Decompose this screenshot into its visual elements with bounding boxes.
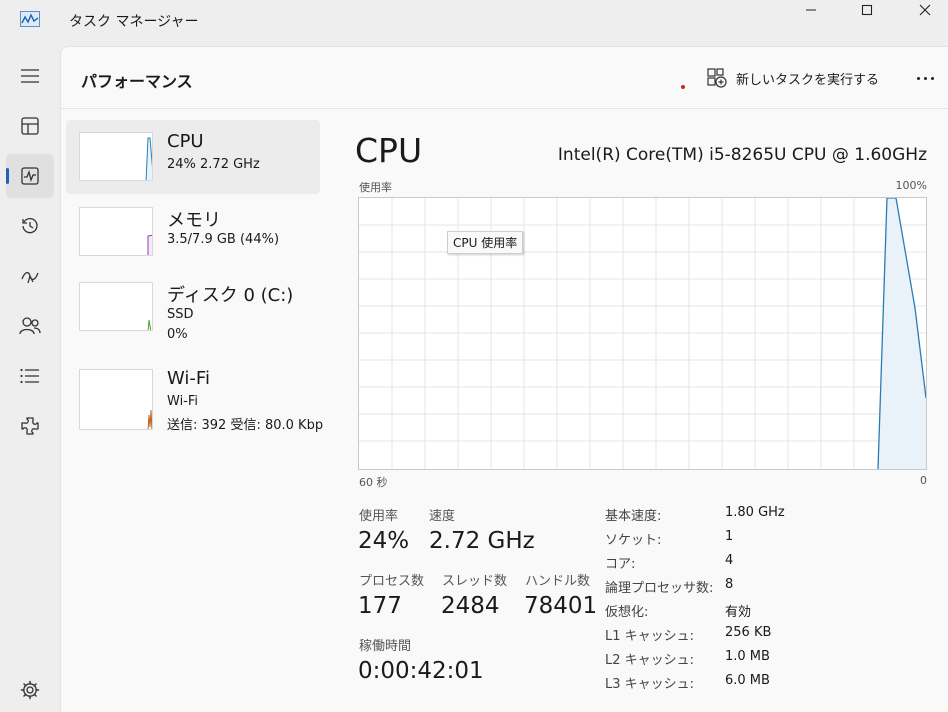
spec-value: 4	[725, 553, 734, 568]
more-dot-icon	[923, 76, 927, 80]
spec-value: 1.80 GHz	[725, 505, 785, 520]
more-dot-icon	[930, 76, 934, 80]
graph-grid	[359, 198, 926, 469]
device-name: CPU	[167, 131, 204, 152]
disk-thumbnail-graph	[79, 282, 153, 331]
more-dot-icon	[916, 76, 920, 80]
hamburger-icon	[21, 69, 39, 83]
graph-label-max: 100%	[895, 179, 927, 192]
device-type: SSD	[167, 307, 194, 322]
spec-value: 有効	[725, 605, 752, 620]
device-name: Wi-Fi	[167, 368, 210, 389]
uptime-value: 0:00:42:01	[358, 658, 484, 684]
device-item-cpu[interactable]: CPU 24% 2.72 GHz	[66, 120, 320, 194]
nav-performance[interactable]	[6, 154, 54, 198]
spec-key: L3 キャッシュ:	[605, 677, 695, 692]
device-adapter: Wi-Fi	[167, 394, 199, 409]
speed-label: 速度	[429, 509, 456, 524]
spec-key: ソケット:	[605, 533, 662, 548]
nav-users[interactable]	[6, 304, 54, 348]
minimize-button[interactable]	[788, 0, 834, 20]
users-icon	[19, 317, 41, 335]
cursor-dot	[681, 85, 685, 89]
graph-tooltip: CPU 使用率	[447, 231, 524, 254]
spec-key: 論理プロセッサ数:	[605, 581, 714, 596]
process-count-value: 177	[358, 593, 402, 619]
more-options-button[interactable]	[911, 67, 939, 89]
spec-value: 6.0 MB	[725, 673, 770, 688]
nav-app-history[interactable]	[6, 204, 54, 248]
cpu-usage-graph[interactable]	[358, 197, 927, 470]
graph-label-zero: 0	[920, 474, 927, 487]
device-detail: 3.5/7.9 GB (44%)	[167, 232, 280, 247]
close-icon	[919, 4, 931, 16]
nav-details[interactable]	[6, 354, 54, 398]
thread-count-value: 2484	[441, 593, 500, 619]
active-nav-indicator	[6, 168, 9, 184]
run-new-task-label: 新しいタスクを実行する	[736, 72, 880, 88]
nav-processes[interactable]	[6, 104, 54, 148]
startup-apps-icon	[21, 271, 39, 284]
spec-value: 256 KB	[725, 625, 772, 640]
device-item-memory[interactable]: メモリ 3.5/7.9 GB (44%)	[66, 195, 320, 269]
page-header: パフォーマンス 新しいタスクを実行する	[61, 47, 948, 109]
spec-key: 基本速度:	[605, 509, 662, 524]
window-title: タスク マネージャー	[69, 14, 199, 30]
title-bar: タスク マネージャー	[0, 0, 948, 46]
close-button[interactable]	[902, 0, 948, 20]
device-item-wifi[interactable]: Wi-Fi Wi-Fi 送信: 392 受信: 80.0 Kbps	[66, 357, 323, 433]
details-icon	[20, 368, 39, 384]
wifi-thumbnail-graph	[79, 369, 153, 430]
hamburger-menu-button[interactable]	[6, 54, 54, 98]
services-icon	[21, 417, 39, 435]
usage-value: 24%	[358, 528, 410, 554]
cpu-model-name: Intel(R) Core(TM) i5-8265U CPU @ 1.60GHz	[557, 145, 927, 165]
navigation-rail	[0, 46, 60, 712]
device-detail: 0%	[167, 327, 188, 342]
processes-icon	[21, 117, 39, 135]
usage-label: 使用率	[359, 509, 399, 524]
graph-label-time: 60 秒	[359, 476, 388, 489]
process-count-label: プロセス数	[359, 574, 425, 589]
new-task-icon	[707, 68, 727, 88]
thread-count-label: スレッド数	[442, 574, 508, 589]
minimize-icon	[806, 9, 816, 11]
spec-key: L1 キャッシュ:	[605, 629, 695, 644]
device-name: メモリ	[167, 210, 221, 231]
maximize-icon	[861, 4, 873, 16]
handle-count-value: 78401	[524, 593, 598, 619]
nav-startup-apps[interactable]	[6, 254, 54, 298]
maximize-button[interactable]	[844, 0, 890, 20]
settings-gear-icon	[20, 680, 40, 700]
spec-value: 8	[725, 577, 734, 592]
spec-key: コア:	[605, 557, 636, 572]
cpu-thumbnail-graph	[79, 132, 153, 181]
performance-icon	[21, 167, 39, 185]
spec-value: 1	[725, 529, 734, 544]
device-item-disk[interactable]: ディスク 0 (C:) SSD 0%	[66, 270, 320, 344]
page-title: パフォーマンス	[81, 72, 193, 91]
app-history-icon	[22, 218, 38, 234]
spec-key: 仮想化:	[605, 605, 649, 620]
task-manager-app-icon	[20, 11, 40, 27]
run-new-task-button[interactable]: 新しいタスクを実行する	[707, 65, 879, 91]
handle-count-label: ハンドル数	[525, 574, 591, 589]
speed-value: 2.72 GHz	[429, 528, 535, 554]
device-name: ディスク 0 (C:)	[167, 285, 294, 306]
nav-services[interactable]	[6, 404, 54, 448]
device-detail: 24% 2.72 GHz	[167, 157, 260, 172]
device-detail: 送信: 392 受信: 80.0 Kbps	[167, 418, 323, 433]
main-panel: パフォーマンス 新しいタスクを実行する CPU 24% 2.72 GHz メモリ…	[60, 46, 948, 712]
graph-label-usage: 使用率	[359, 181, 392, 194]
memory-thumbnail-graph	[79, 207, 153, 256]
nav-settings[interactable]	[6, 668, 54, 712]
detail-title: CPU	[355, 131, 423, 170]
uptime-label: 稼働時間	[359, 639, 412, 654]
spec-value: 1.0 MB	[725, 649, 770, 664]
spec-key: L2 キャッシュ:	[605, 653, 695, 668]
